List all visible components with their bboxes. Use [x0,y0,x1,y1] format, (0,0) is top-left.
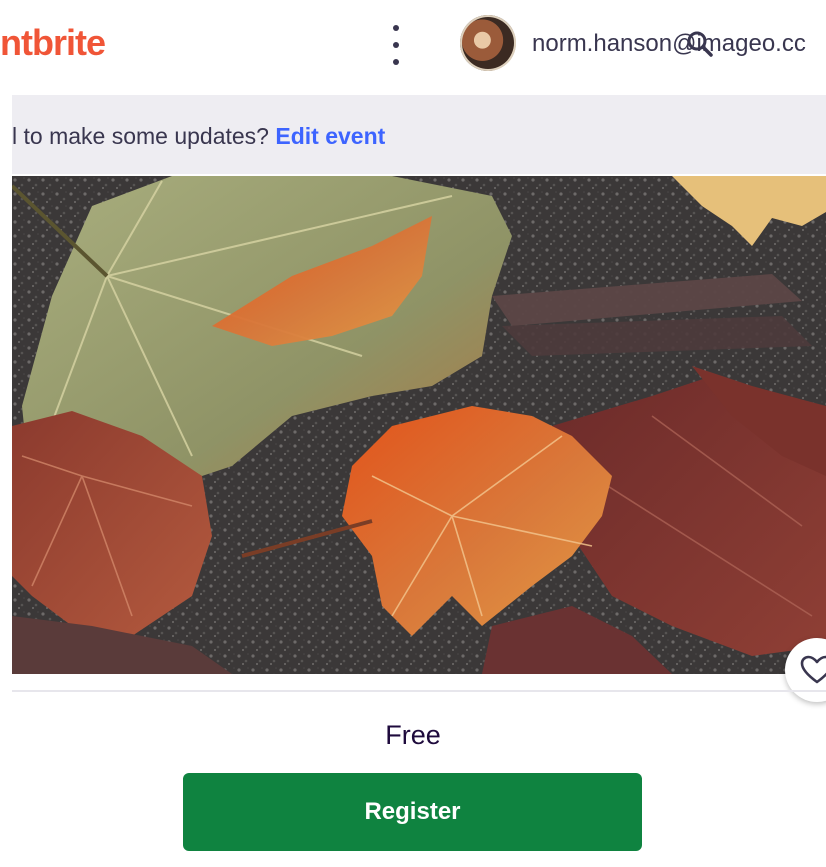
banner-text: l to make some updates? [12,123,269,149]
banner-message: l to make some updates? Edit event [12,123,385,150]
menu-dot [393,59,399,65]
page: ntbrite norm.hanson@imageo.cc l to make … [0,0,826,867]
top-header: ntbrite norm.hanson@imageo.cc [0,0,826,92]
register-button[interactable]: Register [183,773,642,851]
menu-dot [393,42,399,48]
heart-icon [800,655,826,684]
ticket-price: Free [385,720,441,750]
edit-event-banner: l to make some updates? Edit event [12,95,826,174]
menu-dot [393,25,399,31]
event-hero-image [12,176,826,674]
search-icon[interactable] [686,30,714,58]
brand-logo[interactable]: ntbrite [0,22,106,64]
section-divider [12,690,826,692]
user-avatar[interactable] [460,15,516,71]
user-email[interactable]: norm.hanson@imageo.cc [532,30,806,58]
edit-event-link[interactable]: Edit event [275,123,385,149]
kebab-menu-icon[interactable] [386,25,406,65]
